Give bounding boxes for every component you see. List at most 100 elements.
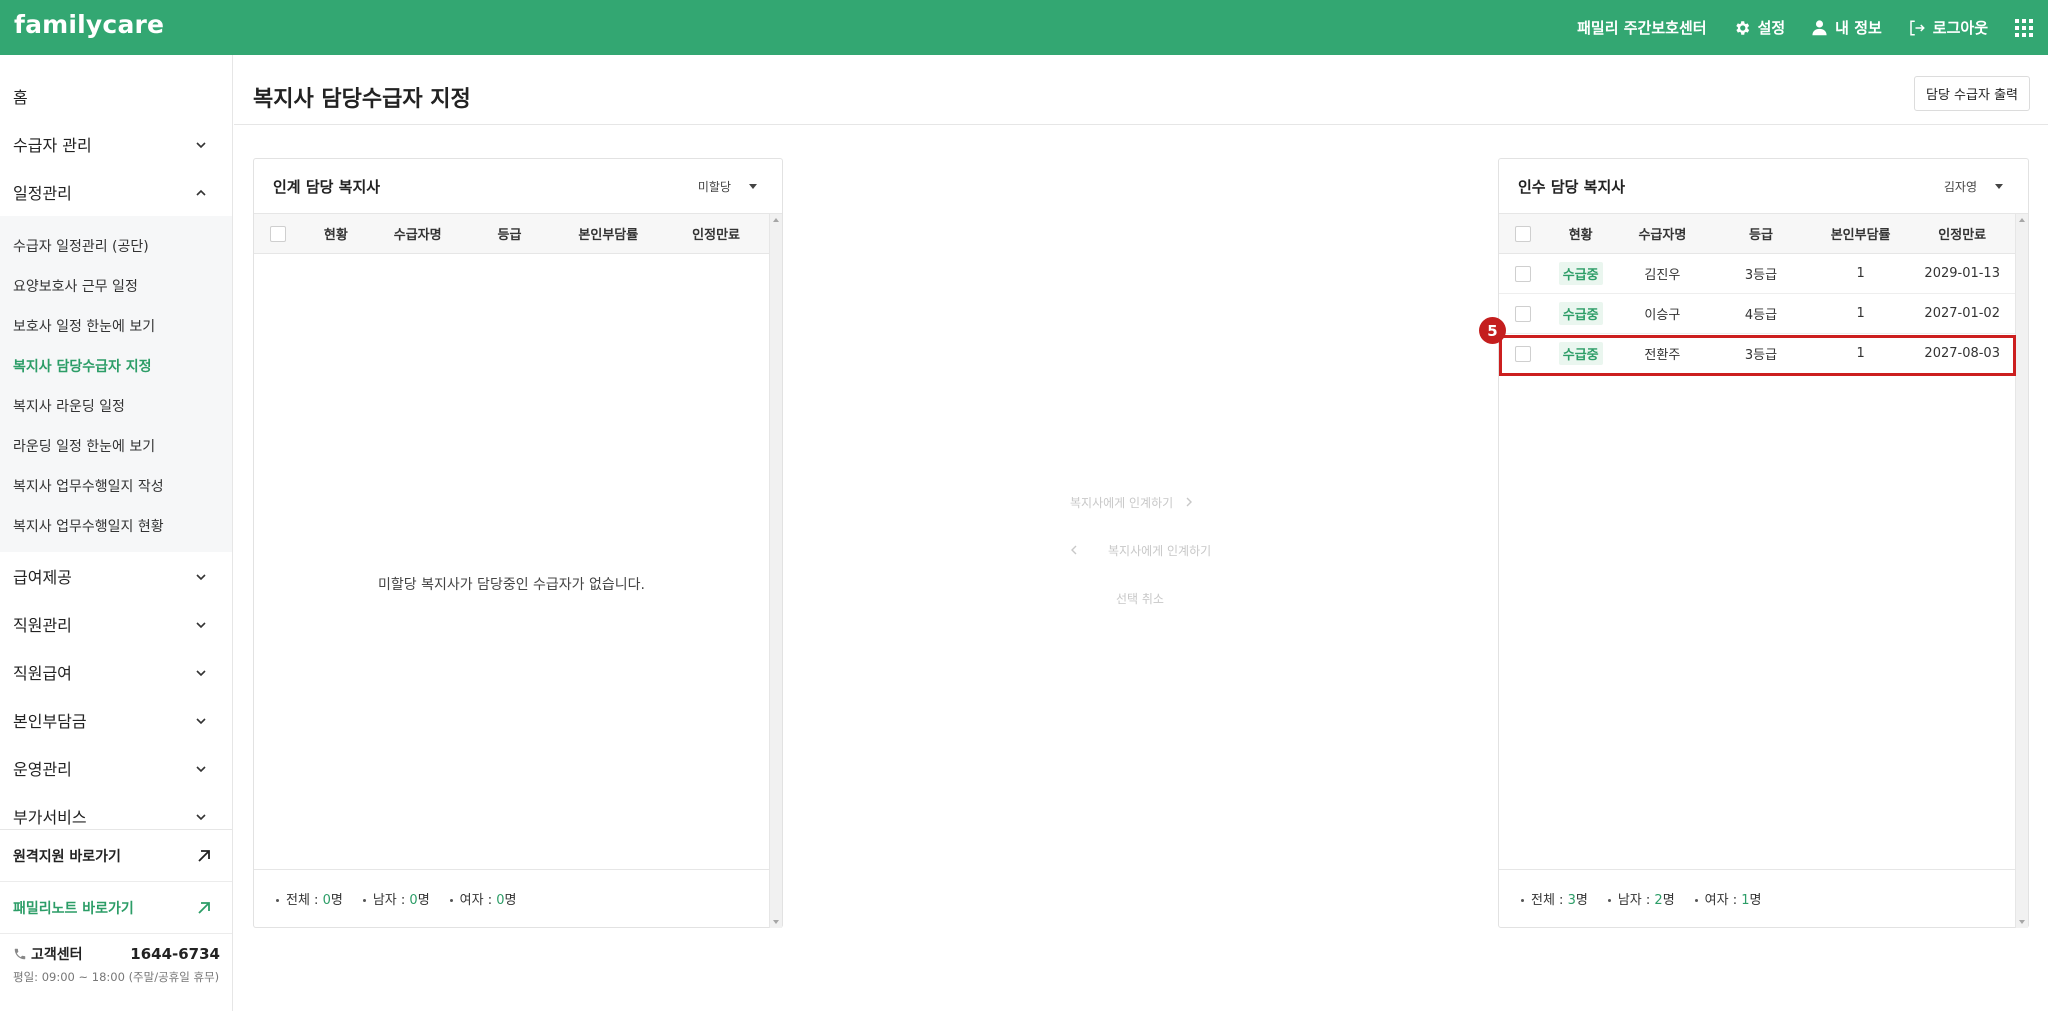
- cancel-selection-button[interactable]: 선택 취소: [1040, 574, 1280, 622]
- sidebar: 홈 수급자 관리 일정관리 수급자 일정관리 (공단) 요양보호사 근무 일정 …: [0, 55, 233, 1011]
- sidebar-item-operations[interactable]: 운영관리: [0, 744, 232, 792]
- customer-center-row: 고객센터 1644-6734: [13, 944, 220, 964]
- scrollbar[interactable]: [2015, 214, 2028, 928]
- caret-down-icon: [749, 183, 757, 189]
- scroll-up-icon: [773, 218, 779, 222]
- takeover-summary: 전체 : 3명 남자 : 2명 여자 : 1명: [1499, 869, 2015, 927]
- settings-link[interactable]: 설정: [1733, 17, 1785, 38]
- transfer-left-button[interactable]: 복지사에게 인계하기: [1040, 526, 1280, 574]
- remote-support-link[interactable]: 원격지원 바로가기: [0, 830, 232, 882]
- sub-item-work-log-status[interactable]: 복지사 업무수행일지 현황: [0, 506, 232, 546]
- center-name: 패밀리 주간보호센터: [1577, 19, 1707, 37]
- transfer-actions: 복지사에게 인계하기 복지사에게 인계하기 선택 취소: [1040, 478, 1280, 622]
- chevron-down-icon: [196, 814, 206, 821]
- chevron-left-icon: [1071, 545, 1077, 555]
- sidebar-item-label: 본인부담금: [13, 712, 87, 731]
- sidebar-item-home[interactable]: 홈: [0, 72, 232, 120]
- row-checkbox[interactable]: [1514, 345, 1531, 362]
- customer-center-label: 고객센터: [31, 947, 83, 963]
- status-cell: 수급중: [1547, 262, 1615, 285]
- step-marker: 5: [1479, 317, 1506, 344]
- summary-male-value: 0: [409, 893, 418, 908]
- handover-worker-select[interactable]: 미할당: [698, 178, 763, 195]
- select-all-checkbox[interactable]: [1514, 225, 1531, 242]
- transfer-left-label: 복지사에게 인계하기: [1108, 543, 1212, 558]
- sub-item-recipient-schedule[interactable]: 수급자 일정관리 (공단): [0, 226, 232, 266]
- sidebar-item-schedule[interactable]: 일정관리: [0, 168, 232, 216]
- sub-item-caregiver-schedule[interactable]: 요양보호사 근무 일정: [0, 266, 232, 306]
- sidebar-item-benefits[interactable]: 급여제공: [0, 552, 232, 600]
- name-cell: 이승구: [1644, 308, 1681, 323]
- summary-total: 전체 : 3명: [1521, 889, 1588, 908]
- top-right-menu: 패밀리 주간보호센터 설정 내 정보 로그아웃: [1577, 17, 2034, 38]
- transfer-right-label: 복지사에게 인계하기: [1070, 495, 1174, 510]
- column-header: 본인부담률: [1830, 228, 1891, 243]
- takeover-worker-value: 김자영: [1943, 179, 1977, 194]
- sidebar-item-recipients[interactable]: 수급자 관리: [0, 120, 232, 168]
- scroll-up-icon: [2019, 218, 2025, 222]
- table-header: 현황 수급자명 등급 본인부담률 인정만료: [254, 214, 769, 254]
- column-header: 수급자명: [1638, 228, 1687, 243]
- familynote-link[interactable]: 패밀리노트 바로가기: [0, 882, 232, 934]
- summary-male: 남자 : 0명: [362, 889, 430, 908]
- grade-cell: 3등급: [1744, 268, 1778, 283]
- scroll-down-icon: [773, 920, 779, 924]
- row-checkbox-cell: [1499, 345, 1547, 362]
- sidebar-item-label: 홈: [13, 88, 28, 107]
- sub-item-rounding-schedule[interactable]: 복지사 라운딩 일정: [0, 386, 232, 426]
- summary-total-label: 전체 :: [286, 893, 323, 908]
- takeover-worker-select[interactable]: 김자영: [1944, 178, 2009, 195]
- summary-total-value: 0: [322, 893, 331, 908]
- table-row[interactable]: 수급중 전환주 3등급 1 2027-08-03: [1499, 334, 2015, 374]
- column-header: 본인부담률: [578, 228, 639, 243]
- sub-item-rounding-overview[interactable]: 라운딩 일정 한눈에 보기: [0, 426, 232, 466]
- copay-cell: 1: [1856, 346, 1865, 361]
- handover-worker-value: 미할당: [697, 179, 731, 194]
- row-checkbox-cell: [1499, 265, 1547, 282]
- chevron-up-icon: [196, 189, 206, 196]
- user-icon: [1812, 20, 1827, 36]
- row-checkbox[interactable]: [1514, 265, 1531, 282]
- logout-label: 로그아웃: [1932, 19, 1988, 37]
- external-arrow-icon: [198, 901, 210, 914]
- scrollbar[interactable]: [769, 214, 782, 928]
- select-all-checkbox[interactable]: [269, 225, 286, 242]
- takeover-panel-title: 인수 담당 복지사: [1518, 177, 1626, 196]
- sub-item-work-log-write[interactable]: 복지사 업무수행일지 작성: [0, 466, 232, 506]
- apps-grid-button[interactable]: [2014, 18, 2034, 38]
- status-cell: 수급중: [1547, 342, 1615, 365]
- chevron-down-icon: [196, 622, 206, 629]
- profile-label: 내 정보: [1835, 19, 1882, 37]
- column-header: 현황: [1568, 228, 1593, 243]
- status-cell: 수급중: [1547, 302, 1615, 325]
- logout-link[interactable]: 로그아웃: [1908, 17, 1988, 38]
- takeover-table: 현황 수급자명 등급 본인부담률 인정만료 수급중 김진우 3등급 1 2029…: [1499, 214, 2015, 374]
- gear-icon: [1735, 20, 1749, 35]
- summary-female-unit: 명: [504, 893, 517, 908]
- table-header: 현황 수급자명 등급 본인부담률 인정만료: [1499, 214, 2015, 254]
- name-cell: 전환주: [1644, 348, 1681, 363]
- customer-center-phone: 1644-6734: [130, 945, 220, 963]
- table-row[interactable]: 수급중 이승구 4등급 1 2027-01-02: [1499, 294, 2015, 334]
- sidebar-item-payroll[interactable]: 직원급여: [0, 648, 232, 696]
- sidebar-item-label: 부가서비스: [13, 808, 87, 827]
- status-badge: 수급중: [1558, 302, 1603, 325]
- sub-item-caregiver-overview[interactable]: 보호사 일정 한눈에 보기: [0, 306, 232, 346]
- chevron-down-icon: [196, 142, 206, 149]
- summary-female-unit: 명: [1749, 893, 1762, 908]
- summary-female-value: 0: [496, 893, 505, 908]
- handover-panel-header: 인계 담당 복지사 미할당: [254, 159, 782, 214]
- column-header: 등급: [497, 228, 522, 243]
- sub-item-assign-recipients[interactable]: 복지사 담당수급자 지정: [0, 346, 232, 386]
- table-row[interactable]: 수급중 김진우 3등급 1 2029-01-13: [1499, 254, 2015, 294]
- chevron-down-icon: [196, 574, 206, 581]
- profile-link[interactable]: 내 정보: [1811, 17, 1882, 38]
- row-checkbox[interactable]: [1514, 305, 1531, 322]
- transfer-right-button[interactable]: 복지사에게 인계하기: [1040, 478, 1280, 526]
- page-title: 복지사 담당수급자 지정: [253, 87, 471, 112]
- app-logo[interactable]: familycare: [14, 10, 164, 39]
- summary-female-value: 1: [1741, 893, 1750, 908]
- sidebar-item-copay[interactable]: 본인부담금: [0, 696, 232, 744]
- print-recipients-button[interactable]: 담당 수급자 출력: [1914, 76, 2030, 111]
- sidebar-item-staff[interactable]: 직원관리: [0, 600, 232, 648]
